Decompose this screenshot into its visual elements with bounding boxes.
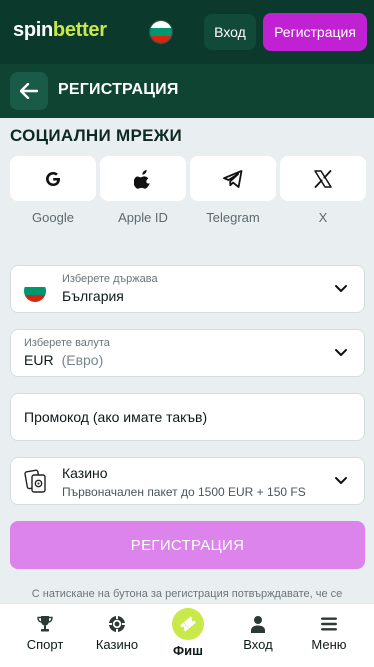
nav-item-login[interactable]: Вход bbox=[221, 604, 295, 667]
telegram-label: Telegram bbox=[206, 210, 260, 225]
chevron-down-icon bbox=[335, 285, 347, 292]
promo-code-placeholder: Промокод (ако имате такъв) bbox=[24, 409, 208, 425]
nav-item-sport[interactable]: Спорт bbox=[8, 604, 82, 667]
currency-value: EUR (Евро) bbox=[24, 352, 103, 368]
telegram-login-button[interactable] bbox=[190, 156, 276, 201]
currency-name: (Евро) bbox=[61, 352, 104, 368]
telegram-icon bbox=[223, 169, 243, 188]
nav-item-betslip[interactable]: Фиш bbox=[151, 604, 225, 667]
back-button[interactable] bbox=[10, 72, 48, 110]
promo-code-input[interactable]: Промокод (ако имате такъв) bbox=[10, 393, 365, 441]
currency-label: Изберете валута bbox=[24, 337, 110, 349]
submit-registration-button[interactable]: РЕГИСТРАЦИЯ bbox=[10, 521, 365, 569]
apple-label: Apple ID bbox=[118, 210, 168, 225]
apple-icon bbox=[134, 169, 150, 189]
bulgaria-flag-icon bbox=[24, 280, 46, 302]
register-button[interactable]: Регистрация bbox=[263, 13, 367, 51]
nav-label-sport: Спорт bbox=[26, 637, 64, 652]
language-flag-icon[interactable] bbox=[149, 20, 173, 44]
google-label: Google bbox=[32, 210, 74, 225]
login-button[interactable]: Вход bbox=[204, 14, 256, 50]
x-login-button[interactable] bbox=[280, 156, 366, 201]
bottom-navigation: Спорт Казино Фиш Вход Меню bbox=[0, 603, 374, 667]
trophy-icon bbox=[35, 614, 55, 634]
nav-label-casino: Казино bbox=[95, 637, 139, 652]
apple-login-button[interactable] bbox=[100, 156, 186, 201]
terms-notice: С натискане на бутона за регистрация пот… bbox=[31, 588, 343, 600]
currency-code: EUR bbox=[24, 352, 54, 368]
page-title: РЕГИСТРАЦИЯ bbox=[58, 81, 179, 98]
nav-label-betslip: Фиш bbox=[173, 643, 203, 658]
logo-spin-text: spin bbox=[13, 19, 53, 41]
chevron-down-icon bbox=[335, 477, 347, 484]
top-header: spinbetter Вход Регистрация bbox=[0, 0, 374, 64]
nav-label-menu: Меню bbox=[311, 637, 347, 652]
bonus-select[interactable]: Казино Първоначален пакет до 1500 EUR + … bbox=[10, 457, 365, 505]
bonus-description: Първоначален пакет до 1500 EUR + 150 FS bbox=[62, 485, 306, 499]
nav-label-login: Вход bbox=[243, 637, 273, 652]
chevron-down-icon bbox=[335, 349, 347, 356]
x-icon bbox=[314, 169, 332, 188]
country-label: Изберете държава bbox=[62, 273, 158, 285]
x-label: X bbox=[318, 210, 328, 225]
country-select[interactable]: Изберете държава България bbox=[10, 265, 365, 313]
user-icon bbox=[248, 614, 268, 634]
nav-item-menu[interactable]: Меню bbox=[292, 604, 366, 667]
social-section-title: СОЦИАЛНИ МРЕЖИ bbox=[10, 126, 182, 145]
google-login-button[interactable] bbox=[10, 156, 96, 201]
arrow-left-icon bbox=[20, 83, 38, 99]
bonus-title: Казино bbox=[62, 465, 108, 481]
country-value: България bbox=[62, 288, 124, 304]
google-icon bbox=[46, 171, 60, 186]
spinbetter-logo[interactable]: spinbetter bbox=[13, 19, 107, 42]
page-title-bar: РЕГИСТРАЦИЯ bbox=[0, 64, 374, 118]
ticket-icon bbox=[172, 608, 204, 640]
currency-select[interactable]: Изберете валута EUR (Евро) bbox=[10, 329, 365, 377]
menu-icon bbox=[319, 614, 339, 634]
logo-better-text: better bbox=[52, 19, 107, 41]
casino-chip-icon bbox=[107, 614, 127, 634]
nav-item-casino[interactable]: Казино bbox=[80, 604, 154, 667]
casino-cards-icon bbox=[24, 469, 46, 493]
